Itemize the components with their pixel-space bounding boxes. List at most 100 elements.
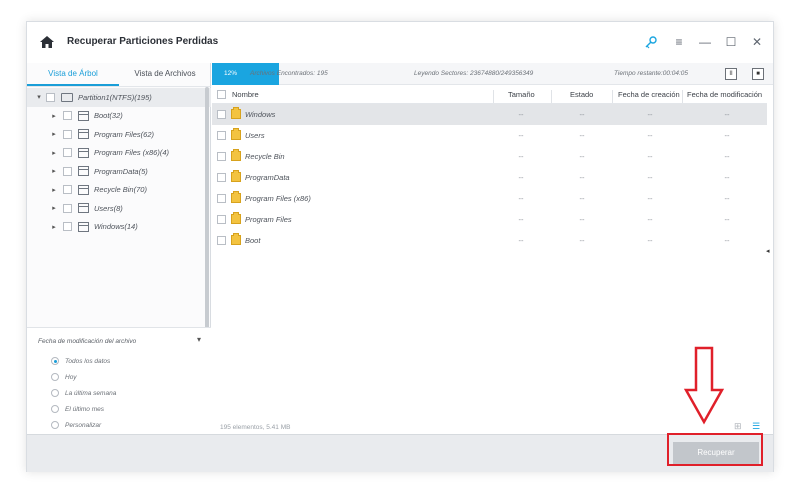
chevron-right-icon[interactable]: ▸ <box>49 223 59 231</box>
window-title: Recuperar Particiones Perdidas <box>67 36 219 47</box>
checkbox[interactable] <box>217 110 226 119</box>
table-row[interactable]: Recycle Bin -- -- -- -- <box>212 146 767 167</box>
tab-file-view[interactable]: Vista de Archivos <box>119 63 211 86</box>
checkbox[interactable] <box>63 203 72 213</box>
table-row[interactable]: Users -- -- -- -- <box>212 125 767 146</box>
column-divider[interactable] <box>493 90 494 103</box>
file-modified: -- <box>724 236 730 245</box>
checkbox[interactable] <box>217 194 226 203</box>
column-header-size[interactable]: Tamaño <box>508 90 535 99</box>
drive-icon <box>61 92 73 102</box>
table-row[interactable]: ProgramData -- -- -- -- <box>212 167 767 188</box>
tree-item-label: Partition1(NTFS)(195) <box>78 92 152 102</box>
checkbox[interactable] <box>217 152 226 161</box>
maximize-icon[interactable]: ☐ <box>724 35 738 49</box>
file-created: -- <box>647 236 653 245</box>
checkbox[interactable] <box>217 131 226 140</box>
file-created: -- <box>647 152 653 161</box>
file-created: -- <box>647 110 653 119</box>
filter-option-label: Personalizar <box>65 421 102 429</box>
column-header-status[interactable]: Estado <box>570 90 593 99</box>
tab-tree-view[interactable]: Vista de Árbol <box>27 63 119 86</box>
file-created: -- <box>647 131 653 140</box>
checkbox[interactable] <box>217 215 226 224</box>
tree-item-program-files[interactable]: ▸ Program Files(62) <box>27 125 211 144</box>
chevron-right-icon[interactable]: ▸ <box>49 130 59 138</box>
tree-item-users[interactable]: ▸ Users(8) <box>27 199 211 218</box>
folder-icon <box>78 203 89 214</box>
minimize-icon[interactable]: — <box>698 35 712 49</box>
file-size: -- <box>518 173 524 182</box>
tree-item-boot[interactable]: ▸ Boot(32) <box>27 107 211 126</box>
filter-option-label: El último mes <box>65 405 105 413</box>
chevron-down-icon[interactable]: ▾ <box>34 93 44 101</box>
folder-icon <box>231 212 241 224</box>
key-icon[interactable] <box>644 35 658 49</box>
checkbox[interactable] <box>63 111 72 121</box>
chevron-down-icon[interactable]: ▾ <box>197 335 201 344</box>
filter-option-label: La última semana <box>65 389 117 397</box>
file-created: -- <box>647 215 653 224</box>
column-divider[interactable] <box>551 90 552 103</box>
tree-item-windows[interactable]: ▸ Windows(14) <box>27 218 211 237</box>
checkbox[interactable] <box>46 92 55 102</box>
radio-button[interactable] <box>51 405 59 413</box>
folder-icon <box>231 149 241 161</box>
chevron-right-icon[interactable]: ▸ <box>49 186 59 194</box>
table-row[interactable]: Boot -- -- -- -- <box>212 230 767 251</box>
select-all-checkbox[interactable] <box>217 90 226 99</box>
menu-icon[interactable]: ≡ <box>672 35 686 49</box>
tree-item-recycle-bin[interactable]: ▸ Recycle Bin(70) <box>27 181 211 200</box>
filter-option-last-week[interactable]: La última semana <box>51 389 116 397</box>
chevron-right-icon[interactable]: ▸ <box>49 167 59 175</box>
column-header-name[interactable]: Nombre <box>232 90 259 99</box>
radio-button[interactable] <box>51 357 59 365</box>
progress-percent: 12% <box>224 70 238 77</box>
checkbox[interactable] <box>63 185 72 195</box>
column-divider[interactable] <box>682 90 683 103</box>
file-status: -- <box>579 152 585 161</box>
radio-button[interactable] <box>51 389 59 397</box>
file-modified: -- <box>724 194 730 203</box>
chevron-left-icon[interactable]: ◂ <box>766 247 770 255</box>
time-remaining-text: Tiempo restante:00:04:05 <box>614 70 689 77</box>
checkbox[interactable] <box>217 236 226 245</box>
chevron-right-icon[interactable]: ▸ <box>49 204 59 212</box>
checkbox[interactable] <box>63 148 72 158</box>
tree-item-programdata[interactable]: ▸ ProgramData(5) <box>27 162 211 181</box>
filter-option-custom[interactable]: Personalizar <box>51 421 101 429</box>
stop-button[interactable]: ■ <box>752 68 764 80</box>
file-status: -- <box>579 215 585 224</box>
checkbox[interactable] <box>63 222 72 232</box>
column-header-modified[interactable]: Fecha de modificación <box>687 90 762 99</box>
pause-button[interactable]: II <box>725 68 737 80</box>
filter-option-today[interactable]: Hoy <box>51 373 77 381</box>
filter-option-last-month[interactable]: El último mes <box>51 405 104 413</box>
tree-scrollbar[interactable] <box>205 87 209 347</box>
chevron-right-icon[interactable]: ▸ <box>49 149 59 157</box>
column-header-created[interactable]: Fecha de creación <box>618 90 680 99</box>
chevron-right-icon[interactable]: ▸ <box>49 112 59 120</box>
tree-item-program-files-x86[interactable]: ▸ Program Files (x86)(4) <box>27 144 211 163</box>
file-status: -- <box>579 194 585 203</box>
column-divider[interactable] <box>612 90 613 103</box>
radio-button[interactable] <box>51 373 59 381</box>
folder-icon <box>78 147 89 158</box>
grid-view-icon[interactable]: ⊞ <box>734 421 742 431</box>
view-tabs: Vista de Árbol Vista de Archivos <box>27 63 211 87</box>
file-size: -- <box>518 131 524 140</box>
table-row[interactable]: Windows -- -- -- -- <box>212 104 767 125</box>
file-size: -- <box>518 110 524 119</box>
table-row[interactable]: Program Files (x86) -- -- -- -- <box>212 188 767 209</box>
close-icon[interactable]: ✕ <box>750 35 764 49</box>
checkbox[interactable] <box>63 129 72 139</box>
list-view-icon[interactable]: ☰ <box>752 421 760 431</box>
list-header: Nombre Tamaño Estado Fecha de creación F… <box>212 85 767 104</box>
radio-button[interactable] <box>51 421 59 429</box>
checkbox[interactable] <box>217 173 226 182</box>
file-name: Recycle Bin <box>245 152 285 161</box>
checkbox[interactable] <box>63 166 72 176</box>
tree-root-row[interactable]: ▾ Partition1(NTFS)(195) <box>27 88 211 107</box>
table-row[interactable]: Program Files -- -- -- -- <box>212 209 767 230</box>
filter-option-all[interactable]: Todos los datos <box>51 357 110 365</box>
